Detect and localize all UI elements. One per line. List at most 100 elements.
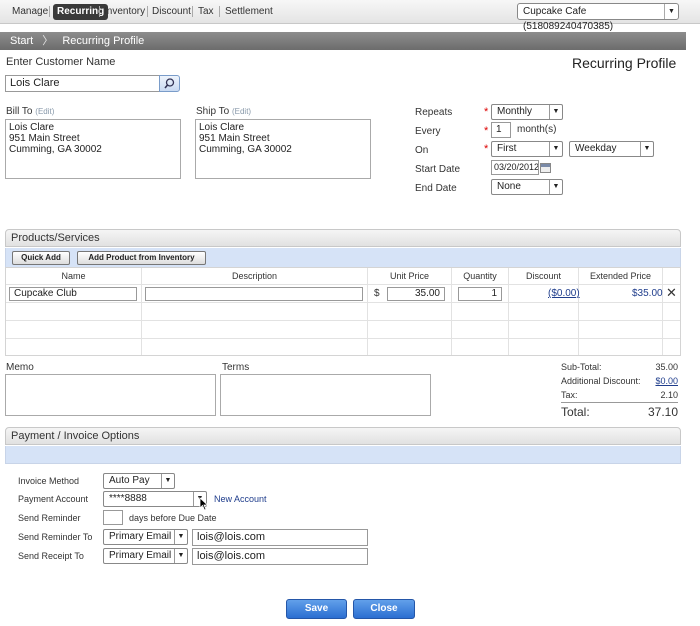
memo-textarea[interactable]: [5, 374, 216, 416]
column-header-extended-price: Extended Price: [579, 268, 663, 284]
start-date-label: Start Date: [415, 164, 461, 175]
chevron-down-icon: ▼: [161, 474, 174, 488]
required-icon: *: [484, 106, 489, 118]
grid-line: [662, 268, 663, 355]
unit-price-input[interactable]: 35.00: [387, 287, 445, 301]
top-nav: Manage Recurring Inventory Discount Tax …: [0, 0, 700, 32]
quick-add-button[interactable]: Quick Add: [12, 251, 70, 265]
search-button[interactable]: [159, 75, 180, 92]
chevron-down-icon: ▼: [174, 530, 187, 544]
nav-separator: [192, 6, 193, 17]
receipt-to-type-select[interactable]: Primary Email ▼: [103, 548, 188, 564]
reminder-to-email-input[interactable]: lois@lois.com: [192, 529, 368, 546]
repeats-value: Monthly: [497, 106, 533, 117]
memo-label: Memo: [6, 362, 34, 373]
receipt-to-type-value: Primary Email: [109, 550, 172, 561]
reminder-to-type-select[interactable]: Primary Email ▼: [103, 529, 188, 545]
required-icon: *: [484, 143, 489, 155]
bill-to-edit-link[interactable]: (Edit): [35, 107, 54, 116]
company-select[interactable]: Cupcake Cafe (518089240470385) ▼: [517, 3, 679, 32]
nav-separator: [219, 6, 220, 17]
bill-to-address: Lois Clare 951 Main Street Cumming, GA 3…: [5, 119, 181, 179]
every-unit: month(s): [517, 124, 557, 135]
on-day-select[interactable]: Weekday ▼: [569, 141, 654, 157]
grid-line: [141, 268, 142, 355]
address-line: Cumming, GA 30002: [199, 144, 292, 155]
grid-line: [508, 268, 509, 355]
column-header-discount: Discount: [509, 268, 579, 284]
send-receipt-to-label: Send Receipt To: [18, 551, 84, 561]
nav-separator: [49, 6, 50, 17]
receipt-to-email-input[interactable]: lois@lois.com: [192, 548, 368, 565]
close-button[interactable]: Close: [353, 599, 415, 619]
nav-settlement[interactable]: Settlement: [225, 4, 273, 20]
additional-discount-link[interactable]: $0.00: [650, 376, 678, 386]
breadcrumb: Start 〉 Recurring Profile: [0, 32, 686, 50]
search-icon: [164, 78, 175, 89]
address-line: Cumming, GA 30002: [9, 144, 102, 155]
new-account-link[interactable]: New Account: [214, 494, 267, 504]
send-reminder-to-label: Send Reminder To: [18, 532, 93, 542]
column-header-description: Description: [142, 268, 368, 284]
chevron-down-icon: ▼: [549, 142, 562, 156]
grid-line: [451, 268, 452, 355]
nav-discount[interactable]: Discount: [152, 4, 191, 20]
payment-account-select[interactable]: ****8888▼: [103, 491, 207, 507]
total-value: 37.10: [647, 405, 678, 419]
end-date-value: None: [497, 181, 521, 192]
subtotal-label: Sub-Total:: [561, 362, 602, 372]
save-button[interactable]: Save: [286, 599, 347, 619]
quantity-input[interactable]: 1: [458, 287, 502, 301]
address-line: 951 Main Street: [9, 133, 80, 144]
required-icon: *: [484, 125, 489, 137]
calendar-icon[interactable]: [540, 163, 551, 173]
on-day-value: Weekday: [575, 143, 617, 154]
grid-line: [578, 268, 579, 355]
column-header-unit-price: Unit Price: [368, 268, 452, 284]
product-name-input[interactable]: Cupcake Club: [9, 287, 137, 301]
address-line: Lois Clare: [9, 122, 55, 133]
remove-row-icon[interactable]: ✕: [666, 285, 677, 301]
customer-name-input[interactable]: Lois Clare: [5, 75, 160, 92]
company-select-value: Cupcake Cafe (518089240470385): [523, 6, 614, 32]
add-from-inventory-button[interactable]: Add Product from Inventory: [77, 251, 206, 265]
discount-link[interactable]: ($0.00): [548, 288, 580, 299]
on-value: First: [497, 143, 517, 154]
on-select[interactable]: First ▼: [491, 141, 563, 157]
breadcrumb-start[interactable]: Start: [10, 35, 33, 47]
mouse-cursor-icon: [199, 497, 209, 511]
every-label: Every: [415, 126, 441, 137]
chevron-down-icon: ▼: [549, 105, 562, 119]
invoice-method-label: Invoice Method: [18, 476, 80, 486]
on-label: On: [415, 145, 429, 156]
totals-divider: [561, 402, 678, 403]
every-input[interactable]: 1: [491, 122, 511, 138]
nav-inventory[interactable]: Inventory: [104, 4, 145, 20]
address-line: Lois Clare: [199, 122, 245, 133]
ship-to-address: Lois Clare 951 Main Street Cumming, GA 3…: [195, 119, 371, 179]
invoice-method-select[interactable]: Auto Pay ▼: [103, 473, 175, 489]
repeats-label: Repeats: [415, 107, 453, 118]
payment-band: [5, 446, 681, 464]
total-label: Total:: [561, 405, 590, 419]
end-date-select[interactable]: None ▼: [491, 179, 563, 195]
nav-separator: [99, 6, 100, 17]
chevron-down-icon: ▼: [640, 142, 653, 156]
product-description-input[interactable]: [145, 287, 363, 301]
repeats-select[interactable]: Monthly ▼: [491, 104, 563, 120]
nav-tax[interactable]: Tax: [198, 4, 214, 20]
breadcrumb-chevron-icon: 〉: [42, 35, 54, 47]
payment-section-header: Payment / Invoice Options: [5, 427, 681, 445]
nav-manage[interactable]: Manage: [12, 4, 48, 20]
send-reminder-label: Send Reminder: [18, 513, 81, 523]
end-date-label: End Date: [415, 183, 457, 194]
ship-to-edit-link[interactable]: (Edit): [232, 107, 251, 116]
chevron-down-icon: ▼: [664, 4, 678, 19]
reminder-days-input[interactable]: [103, 510, 123, 525]
nav-separator: [147, 6, 148, 17]
products-section-header: Products/Services: [5, 229, 681, 247]
start-date-input[interactable]: 03/20/2012: [491, 160, 539, 175]
terms-textarea[interactable]: [220, 374, 431, 416]
extended-price: $35.00: [632, 288, 663, 299]
breadcrumb-current: Recurring Profile: [62, 35, 145, 47]
